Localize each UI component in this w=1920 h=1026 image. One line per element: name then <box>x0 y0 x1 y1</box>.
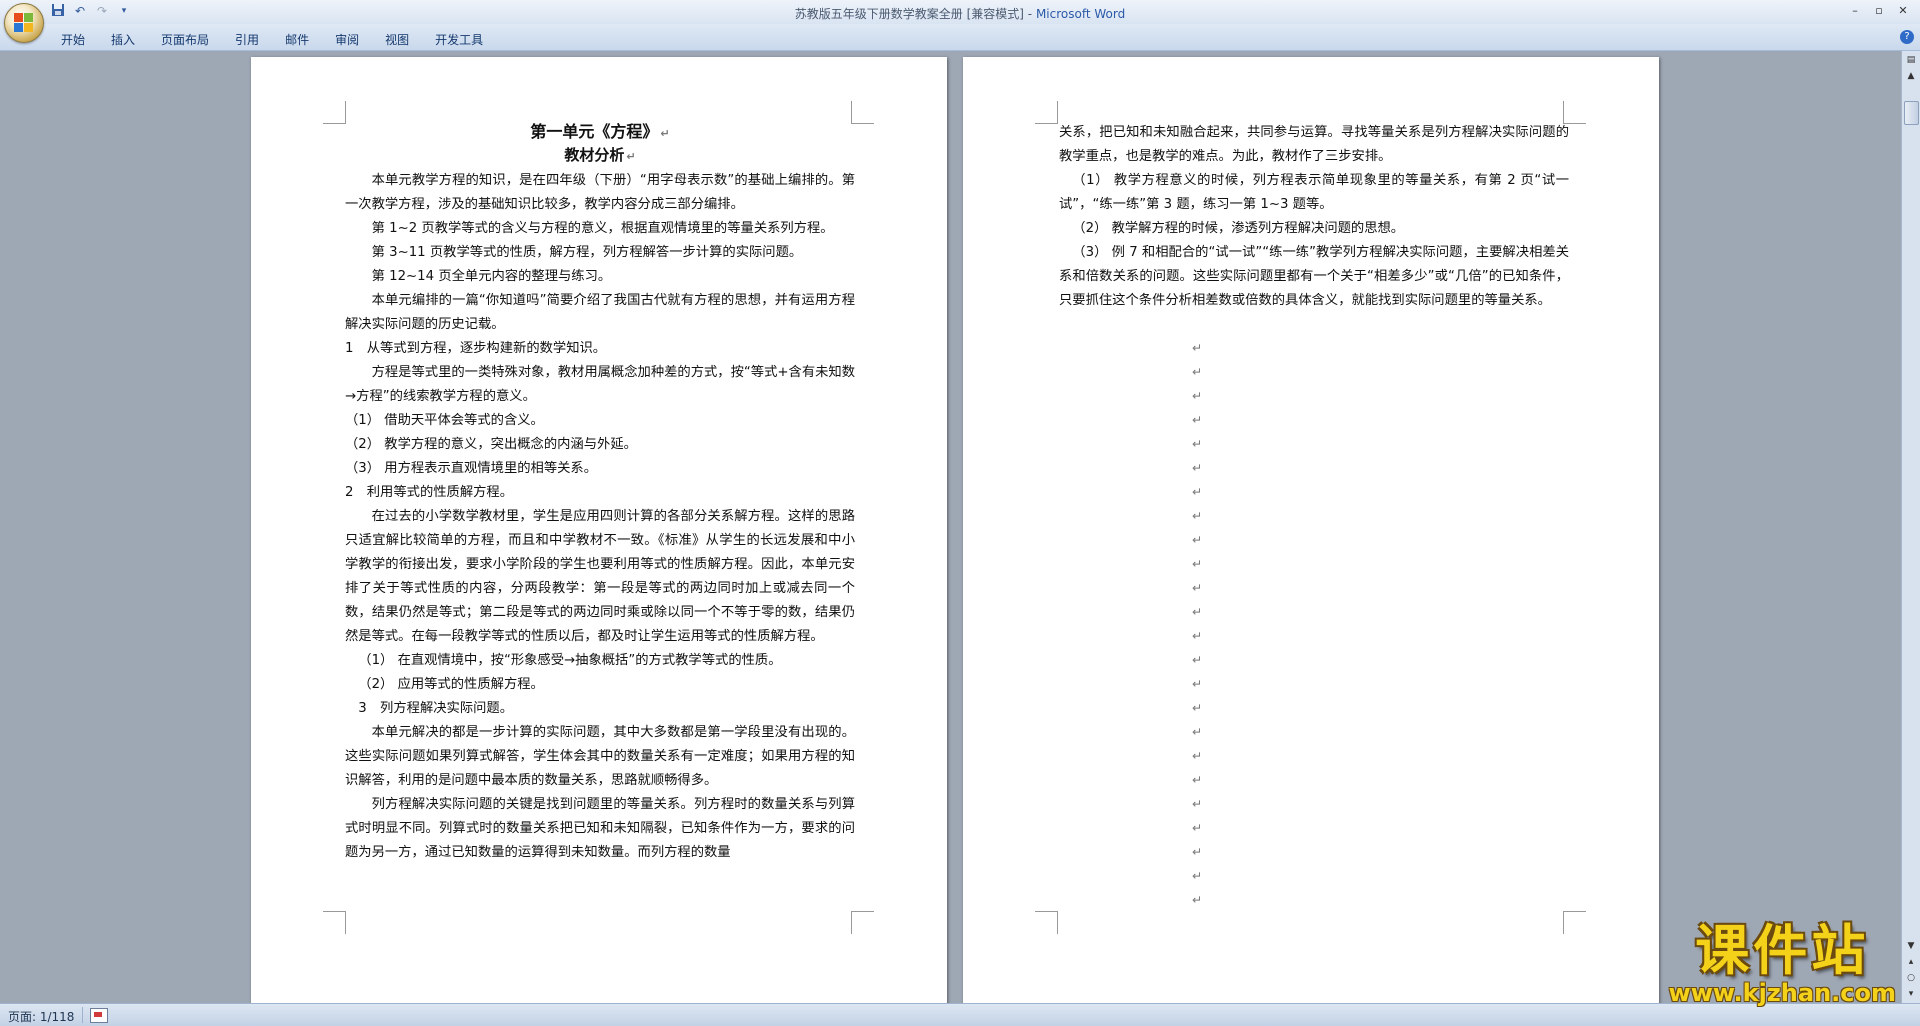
tab-review[interactable]: 审阅 <box>322 29 372 50</box>
paragraph-mark: ↵ <box>1192 677 1203 691</box>
watermark-url: www.kjzhan.com <box>1668 979 1896 1007</box>
list-item: （1） 教学方程意义的时候，列方程表示简单现象里的等量关系，有第 2 页“试一试… <box>1059 173 1569 212</box>
page-1-body: 第一单元《方程》 ↵ 教材分析 ↵ 本单元教学方程的知识，是在四年级（下册）“用字母… <box>345 121 855 865</box>
unit-heading: 第一单元《方程》 ↵ <box>530 122 670 141</box>
paragraph-mark: ↵ <box>1192 749 1203 763</box>
app-name: Microsoft Word <box>1035 7 1126 21</box>
minimize-icon[interactable]: – <box>1844 2 1866 19</box>
paragraph-mark: ↵ <box>1192 845 1203 859</box>
paragraph-mark: ↵ <box>1192 461 1203 475</box>
previous-page-icon[interactable]: ▴ <box>1904 955 1918 969</box>
ribbon-tabs: 开始 插入 页面布局 引用 邮件 审阅 视图 开发工具 <box>48 29 496 50</box>
tab-mailings[interactable]: 邮件 <box>272 29 322 50</box>
list-item: （3） 例 7 和相配合的“试一试”“练一练”教学列方程解决实际问题，主要解决相… <box>1059 245 1569 308</box>
scroll-down-icon[interactable]: ▼ <box>1904 939 1918 953</box>
paragraph-mark: ↵ <box>1192 413 1203 427</box>
list-heading: 2 利用等式的性质解方程。 <box>345 485 514 500</box>
crop-mark <box>1035 911 1058 934</box>
status-bar: 页面: 1/118 <box>0 1003 1920 1026</box>
crop-mark <box>1563 911 1586 934</box>
help-icon[interactable]: ? <box>1900 30 1914 44</box>
list-item: （2） 教学解方程的时候，渗透列方程解决问题的思想。 <box>1072 221 1405 236</box>
list-item: （1） 在直观情境中，按“形象感受→抽象概括”的方式教学等式的性质。 <box>358 653 782 668</box>
paragraph-mark: ↵ <box>1192 365 1203 379</box>
office-button[interactable] <box>4 3 44 43</box>
paragraph-mark: ↵ <box>1192 725 1203 739</box>
tab-insert[interactable]: 插入 <box>98 29 148 50</box>
paragraph-mark: ↵ <box>1192 797 1203 811</box>
paragraph-mark: ↵ <box>626 150 636 163</box>
paragraph-mark: ↵ <box>1192 389 1203 403</box>
paragraph: 方程是等式里的一类特殊对象，教材用属概念加种差的方式，按“等式+含有未知数→方程… <box>345 365 856 404</box>
crop-mark <box>323 101 346 124</box>
list-item: （2） 教学方程的意义，突出概念的内涵与外延。 <box>345 437 637 452</box>
empty-paragraph-marks: ↵ ↵ ↵ ↵ ↵ ↵ ↵ ↵ ↵ ↵ ↵ ↵ ↵ ↵ ↵ ↵ ↵ ↵ ↵ ↵ ↵ ↵ ↵ ↵ <box>1192 336 1212 912</box>
document-area: 第一单元《方程》 ↵ 教材分析 ↵ 本单元教学方程的知识，是在四年级（下册）“用字母… <box>0 51 1902 1003</box>
next-page-icon[interactable]: ▾ <box>1904 987 1918 1001</box>
paragraph-mark: ↵ <box>1192 653 1203 667</box>
office-logo-icon <box>14 13 34 33</box>
paragraph-mark: ↵ <box>1192 869 1203 883</box>
paragraph-mark: ↵ <box>1192 893 1203 907</box>
crop-mark <box>1035 101 1058 124</box>
close-icon[interactable]: ✕ <box>1892 2 1914 19</box>
paragraph-mark: ↵ <box>1192 485 1203 499</box>
paragraph-mark: ↵ <box>1192 629 1203 643</box>
list-heading: 1 从等式到方程，逐步构建新的数学知识。 <box>345 341 607 356</box>
crop-mark <box>851 911 874 934</box>
watermark-title: 课件站 <box>1695 918 1870 982</box>
scroll-up-icon[interactable]: ▲ <box>1904 69 1918 83</box>
paragraph: 列方程解决实际问题的关键是找到问题里的等量关系。列方程时的数量关系与列算式时明显… <box>345 797 855 860</box>
paragraph: 关系，把已知和未知融合起来，共同参与运算。寻找等量关系是列方程解决实际问题的教学… <box>1059 125 1569 164</box>
watermark-logo: 课件站 www.kjzhan.com <box>1669 921 1896 1007</box>
paragraph: 本单元教学方程的知识，是在四年级（下册）“用字母表示数”的基础上编排的。第一次教… <box>345 173 855 212</box>
vertical-scrollbar[interactable]: ▤ ▲ ▼ ▴ ○ ▾ <box>1901 51 1920 1003</box>
paragraph-mark: ↵ <box>1192 557 1203 571</box>
page-counter[interactable]: 页面: 1/118 <box>8 1008 74 1025</box>
paragraph-mark: ↵ <box>1192 605 1203 619</box>
paragraph-mark: ↵ <box>1192 581 1203 595</box>
title-bar: ↶ ↷ ▾ 苏教版五年级下册数学教案全册 [兼容模式] - Microsoft … <box>0 0 1920 43</box>
page-2-body: 关系，把已知和未知融合起来，共同参与运算。寻找等量关系是列方程解决实际问题的教学… <box>1059 121 1569 313</box>
window-controls: – ▫ ✕ <box>1844 2 1914 19</box>
paragraph-mark: ↵ <box>660 127 670 140</box>
paragraph: 本单元编排的一篇“你知道吗”简要介绍了我国古代就有方程的思想，并有运用方程解决实… <box>345 293 855 332</box>
paragraph: 第 3~11 页教学等式的性质，解方程，列方程解答一步计算的实际问题。 <box>371 245 803 260</box>
ruler-toggle-icon[interactable]: ▤ <box>1904 53 1918 67</box>
list-item: （2） 应用等式的性质解方程。 <box>358 677 544 692</box>
select-browse-object-icon[interactable]: ○ <box>1904 971 1918 985</box>
paragraph: 第 1~2 页教学等式的含义与方程的意义，根据直观情境里的等量关系列方程。 <box>371 221 834 236</box>
tab-home[interactable]: 开始 <box>48 29 98 50</box>
ribbon-tabs-bar: 开始 插入 页面布局 引用 邮件 审阅 视图 开发工具 ? <box>0 24 1920 51</box>
paragraph-mark: ↵ <box>1192 341 1203 355</box>
list-heading: 3 列方程解决实际问题。 <box>358 701 514 716</box>
paragraph: 在过去的小学数学教材里，学生是应用四则计算的各部分关系解方程。这样的思路只适宜解… <box>345 509 855 644</box>
window-title: 苏教版五年级下册数学教案全册 [兼容模式] - Microsoft Word <box>0 5 1920 22</box>
section-heading: 教材分析 ↵ <box>564 146 636 164</box>
paragraph-mark: ↵ <box>1192 773 1203 787</box>
paragraph: 第 12~14 页全单元内容的整理与练习。 <box>371 269 612 284</box>
document-title: 苏教版五年级下册数学教案全册 [兼容模式] <box>794 7 1024 21</box>
crop-mark <box>323 911 346 934</box>
document-page-1[interactable]: 第一单元《方程》 ↵ 教材分析 ↵ 本单元教学方程的知识，是在四年级（下册）“用字母… <box>251 57 947 1003</box>
status-divider <box>82 1007 83 1023</box>
tab-view[interactable]: 视图 <box>372 29 422 50</box>
paragraph-mark: ↵ <box>1192 437 1203 451</box>
title-separator: - <box>1023 7 1036 21</box>
list-item: （1） 借助天平体会等式的含义。 <box>345 413 544 428</box>
paragraph: 本单元解决的都是一步计算的实际问题，其中大多数都是第一学段里没有出现的。这些实际… <box>345 725 855 788</box>
macro-recording-icon[interactable] <box>90 1008 108 1023</box>
scrollbar-thumb[interactable] <box>1904 101 1919 125</box>
paragraph-mark: ↵ <box>1192 701 1203 715</box>
paragraph-mark: ↵ <box>1192 533 1203 547</box>
tab-page-layout[interactable]: 页面布局 <box>148 29 222 50</box>
tab-references[interactable]: 引用 <box>222 29 272 50</box>
maximize-icon[interactable]: ▫ <box>1868 2 1890 19</box>
paragraph-mark: ↵ <box>1192 509 1203 523</box>
list-item: （3） 用方程表示直观情境里的相等关系。 <box>345 461 598 476</box>
document-page-2[interactable]: 关系，把已知和未知融合起来，共同参与运算。寻找等量关系是列方程解决实际问题的教学… <box>963 57 1659 1003</box>
tab-developer[interactable]: 开发工具 <box>422 29 496 50</box>
paragraph-mark: ↵ <box>1192 821 1203 835</box>
